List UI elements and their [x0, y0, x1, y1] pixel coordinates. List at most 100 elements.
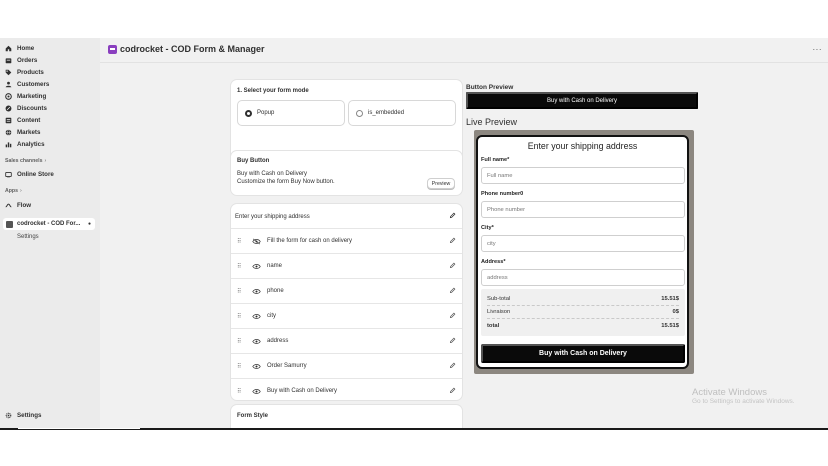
sidebar-item-content[interactable]: Content: [0, 114, 100, 126]
sidebar-item-orders[interactable]: Orders: [0, 54, 100, 66]
sidebar-item-label: Products: [17, 68, 44, 76]
bottom-blank-area: [0, 428, 828, 466]
radio-selected-icon[interactable]: [245, 109, 252, 117]
field-row[interactable]: ⠿ phone: [231, 278, 462, 303]
edit-icon[interactable]: [449, 362, 456, 369]
edit-icon[interactable]: [449, 237, 456, 244]
summary-row-shipping: Livraison 0$: [487, 307, 679, 317]
sidebar-item-flow[interactable]: Flow: [0, 199, 100, 211]
buy-button-card: Buy Button Buy with Cash on Delivery Cus…: [231, 151, 462, 195]
edit-icon[interactable]: [449, 287, 456, 294]
sidebar-item-online-store[interactable]: Online Store: [0, 168, 100, 180]
edit-icon[interactable]: [449, 387, 456, 394]
target-icon: [5, 92, 12, 100]
gear-icon: [5, 412, 12, 419]
live-preview-buy-button[interactable]: Buy with Cash on Delivery: [481, 344, 685, 363]
sidebar-item-discounts[interactable]: Discounts: [0, 102, 100, 114]
sidebar: Home Orders Products Customers Marketing…: [0, 38, 100, 428]
drag-handle-icon[interactable]: ⠿: [237, 288, 241, 295]
sidebar-item-label: Marketing: [17, 92, 47, 100]
button-preview-buy-button[interactable]: Buy with Cash on Delivery: [466, 92, 698, 109]
field-label: city: [267, 313, 276, 319]
sidebar-item-customers[interactable]: Customers: [0, 78, 100, 90]
sidebar-item-marketing[interactable]: Marketing: [0, 90, 100, 102]
live-preview-heading: Live Preview: [466, 117, 518, 127]
summary-value: 0$: [672, 309, 679, 315]
sidebar-item-markets[interactable]: Markets: [0, 126, 100, 138]
edit-icon[interactable]: [449, 312, 456, 319]
field-row[interactable]: ⠿ name: [231, 253, 462, 278]
field-label: Enter your shipping address: [235, 213, 310, 220]
edit-icon[interactable]: [449, 262, 456, 269]
buy-button-heading: Buy Button: [237, 158, 270, 164]
eye-icon[interactable]: [252, 388, 261, 395]
eye-icon[interactable]: [252, 338, 261, 345]
orders-icon: [5, 57, 12, 64]
order-summary: Sub-total 15.51$ Livraison 0$ total 15.5…: [481, 289, 685, 336]
field-label: name: [267, 263, 283, 269]
mode-option-label: is_embedded: [368, 110, 405, 116]
chevron-right-icon: ›: [19, 188, 22, 194]
field-label: Order Samurry: [267, 363, 307, 369]
eye-icon[interactable]: [252, 288, 261, 295]
address-input[interactable]: address: [481, 269, 685, 286]
eye-icon[interactable]: [252, 363, 261, 370]
field-row[interactable]: ⠿ city: [231, 303, 462, 328]
app-logo-icon: [108, 44, 117, 54]
preview-button[interactable]: Preview: [427, 178, 455, 189]
sidebar-item-settings[interactable]: Settings: [5, 412, 41, 419]
sidebar-item-label: Flow: [17, 201, 32, 209]
apps-label: Apps: [5, 188, 18, 194]
admin-app: Home Orders Products Customers Marketing…: [0, 38, 828, 435]
content-icon: [5, 117, 12, 124]
sidebar-item-products[interactable]: Products: [0, 66, 100, 78]
sidebar-subitem-settings[interactable]: Settings: [17, 234, 39, 240]
sidebar-item-label: Settings: [17, 412, 42, 419]
sidebar-item-label: Online Store: [17, 170, 54, 178]
eye-off-icon[interactable]: [252, 238, 261, 245]
summary-key: Livraison: [487, 309, 511, 315]
more-actions-icon[interactable]: ···: [813, 45, 823, 54]
edit-icon[interactable]: [449, 212, 456, 219]
drag-handle-icon[interactable]: ⠿: [237, 363, 241, 370]
phone-number-input[interactable]: Phone number: [481, 201, 685, 218]
summary-value: 15.51$: [661, 296, 679, 302]
eye-icon[interactable]: [252, 313, 261, 320]
sidebar-item-label: codrocket - COD For...: [17, 221, 81, 227]
radio-unselected-icon[interactable]: [356, 109, 363, 117]
sales-channels-heading[interactable]: Sales channels ›: [5, 158, 46, 164]
summary-divider: [487, 318, 679, 319]
drag-handle-icon[interactable]: ⠿: [237, 238, 241, 245]
sidebar-item-analytics[interactable]: Analytics: [0, 138, 100, 150]
edit-icon[interactable]: [449, 337, 456, 344]
button-preview-heading: Button Preview: [466, 84, 514, 91]
field-row[interactable]: ⠿ address: [231, 328, 462, 353]
field-row-title[interactable]: Enter your shipping address: [231, 204, 462, 229]
city-input[interactable]: city: [481, 235, 685, 252]
apps-heading[interactable]: Apps ›: [5, 188, 22, 194]
drag-handle-icon[interactable]: ⠿: [237, 313, 241, 320]
summary-key: total: [487, 323, 500, 329]
sidebar-item-label: Analytics: [17, 140, 45, 148]
drag-handle-icon[interactable]: ⠿: [237, 338, 241, 345]
windows-watermark-title: Activate Windows: [692, 387, 767, 398]
field-label: address: [267, 338, 289, 344]
summary-row-subtotal: Sub-total 15.51$: [487, 294, 679, 304]
sidebar-item-home[interactable]: Home: [0, 42, 100, 54]
field-row[interactable]: ⠿ Fill the form for cash on delivery: [231, 228, 462, 253]
mode-option-popup[interactable]: Popup: [237, 100, 345, 126]
drag-handle-icon[interactable]: ⠿: [237, 263, 241, 270]
top-blank-area: [0, 0, 828, 38]
bottom-border-gap: [18, 428, 140, 429]
field-row[interactable]: ⠿ Buy with Cash on Delivery: [231, 378, 462, 403]
full-name-input[interactable]: Full name: [481, 167, 685, 184]
home-icon: [5, 45, 12, 52]
field-row[interactable]: ⠿ Order Samurry: [231, 353, 462, 378]
eye-icon[interactable]: [252, 263, 261, 270]
sidebar-item-codrocket[interactable]: codrocket - COD For... ●: [3, 218, 95, 230]
pin-icon[interactable]: ●: [88, 221, 91, 227]
summary-divider: [487, 305, 679, 306]
discount-icon: [5, 105, 12, 112]
mode-option-embedded[interactable]: is_embedded: [348, 100, 456, 126]
drag-handle-icon[interactable]: ⠿: [237, 388, 241, 395]
